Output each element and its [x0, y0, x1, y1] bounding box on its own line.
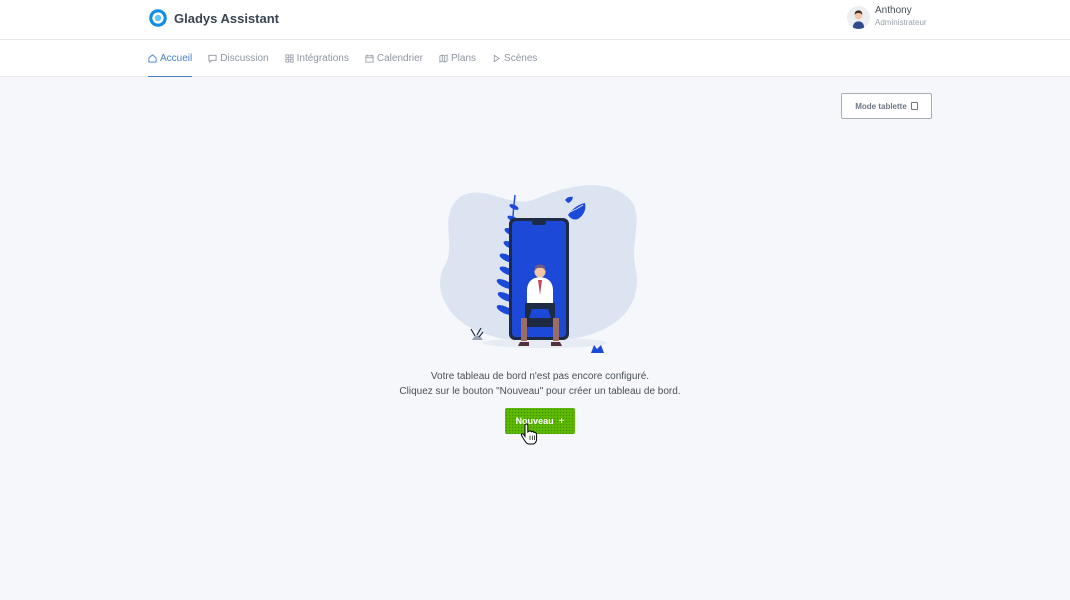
- home-icon: [148, 54, 157, 63]
- brand[interactable]: Gladys Assistant: [149, 9, 279, 27]
- gladys-logo-icon: [149, 9, 167, 27]
- nav-item-integrations[interactable]: Intégrations: [285, 40, 349, 77]
- nav-item-label: Discussion: [220, 53, 269, 64]
- tablet-mode-button[interactable]: Mode tablette: [841, 93, 932, 119]
- grid-icon: [285, 54, 294, 63]
- nav-item-plans[interactable]: Plans: [439, 40, 476, 77]
- avatar: [847, 5, 870, 29]
- nav-item-label: Accueil: [160, 53, 193, 64]
- tablet-mode-label: Mode tablette: [855, 101, 907, 111]
- empty-dashboard-illustration: [440, 185, 637, 353]
- empty-message-line-2: Cliquez sur le bouton "Nouveau" pour cré…: [399, 386, 681, 397]
- nav-item-label: Intégrations: [296, 53, 349, 64]
- plus-icon: +: [558, 415, 565, 427]
- chat-icon: [208, 54, 217, 63]
- map-icon: [439, 54, 448, 63]
- nav-item-discussion[interactable]: Discussion: [208, 40, 269, 77]
- empty-dashboard-message: Votre tableau de bord n'est pas encore c…: [335, 369, 745, 399]
- new-dashboard-button[interactable]: Nouveau +: [505, 408, 575, 434]
- nav-item-label: Plans: [451, 53, 477, 64]
- main-nav: Accueil Discussion Intégrations Calendri…: [0, 40, 1070, 77]
- nav-item-label: Scènes: [504, 53, 538, 64]
- nav-item-label: Calendrier: [376, 53, 424, 64]
- play-icon: [493, 54, 500, 63]
- new-button-label: Nouveau: [515, 416, 554, 426]
- user-menu[interactable]: Anthony Administrateur: [847, 5, 927, 29]
- nav-item-scenes[interactable]: Scènes: [492, 40, 537, 77]
- user-role: Administrateur: [875, 18, 927, 27]
- tablet-icon: [910, 102, 918, 110]
- nav-item-accueil[interactable]: Accueil: [148, 40, 192, 77]
- top-header: Gladys Assistant Anthony Administrateur: [0, 0, 1070, 40]
- nav-item-calendrier[interactable]: Calendrier: [365, 40, 423, 77]
- user-name: Anthony: [875, 5, 912, 16]
- app-title: Gladys Assistant: [174, 10, 280, 26]
- empty-message-line-1: Votre tableau de bord n'est pas encore c…: [430, 371, 650, 382]
- calendar-icon: [365, 54, 374, 63]
